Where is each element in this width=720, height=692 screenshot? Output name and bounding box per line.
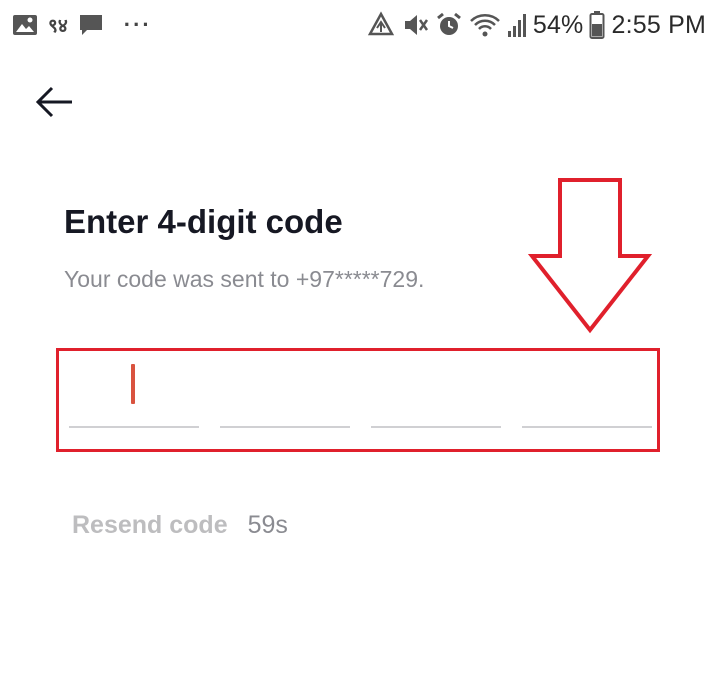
code-input-underline [220,426,350,428]
code-input-underline [522,426,652,428]
more-dots-icon: ··· [123,12,152,37]
message-icon [78,12,104,38]
code-input-1[interactable] [69,352,199,428]
status-bar-right: 54% 2:55 PM [367,8,706,42]
annotation-arrow-down-icon [528,178,652,334]
code-input-4[interactable] [522,352,652,428]
clock: 2:55 PM [611,10,706,39]
text-caret [131,364,135,404]
resend-countdown: 59s [247,511,288,539]
status-bar-left: ९४ ··· [12,10,152,40]
resend-code-button[interactable]: Resend code [72,511,228,540]
code-input-underline [69,426,199,428]
code-input-underline [371,426,501,428]
mute-icon [401,11,429,39]
data-saver-icon [367,11,395,39]
code-input-3[interactable] [371,352,501,428]
code-sent-to-text: Your code was sent to +97*****729. [64,266,425,292]
signal-icon [507,11,527,39]
status-bar: ९४ ··· 54% 2:55 PM [0,0,720,52]
alarm-icon [435,11,463,39]
back-arrow-icon [34,85,74,119]
code-input-2[interactable] [220,352,350,428]
page-title: Enter 4-digit code [64,203,343,240]
wifi-icon [469,11,501,39]
resend-row: Resend code 59s [72,511,288,540]
battery-icon [589,10,605,40]
image-icon [12,13,38,37]
carrier-icon: ९४ [48,16,68,37]
battery-percent: 54% [532,10,584,39]
back-button[interactable] [30,78,78,126]
